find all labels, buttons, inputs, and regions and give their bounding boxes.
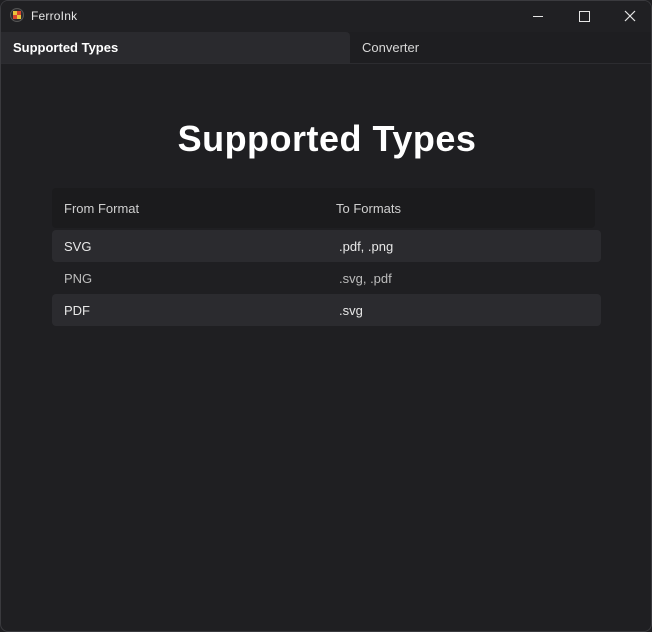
maximize-button[interactable] — [561, 1, 607, 32]
cell-from-format: SVG — [64, 239, 92, 254]
tab-bar: Supported Types Converter — [1, 32, 651, 64]
cell-from-format: PNG — [64, 271, 93, 286]
column-header-to: To Formats — [336, 201, 402, 216]
cell-from-format: PDF — [64, 303, 90, 318]
column-header-from: From Format — [64, 201, 140, 216]
table-row[interactable]: SVG .pdf, .png — [52, 230, 601, 262]
tab-supported-types[interactable]: Supported Types — [1, 32, 350, 63]
minimize-button[interactable] — [515, 1, 561, 32]
tab-converter[interactable]: Converter — [350, 32, 651, 63]
close-icon — [624, 10, 636, 22]
table-row[interactable]: PNG .svg, .pdf — [52, 262, 601, 294]
cell-to-formats: .svg, .pdf — [339, 271, 392, 286]
cell-to-formats: .svg — [339, 303, 363, 318]
window-title: FerroInk — [31, 9, 78, 23]
cell-to-formats: .pdf, .png — [339, 239, 394, 254]
page-title: Supported Types — [177, 118, 477, 159]
app-window: FerroInk Supported Types Converter Suppo… — [0, 0, 652, 632]
app-logo-icon — [10, 8, 24, 22]
table-header: From Format To Formats — [52, 188, 595, 228]
title-bar[interactable]: FerroInk — [1, 1, 651, 32]
close-button[interactable] — [607, 1, 651, 32]
minimize-icon — [533, 16, 543, 17]
table-row[interactable]: PDF .svg — [52, 294, 601, 326]
maximize-icon — [579, 11, 590, 22]
